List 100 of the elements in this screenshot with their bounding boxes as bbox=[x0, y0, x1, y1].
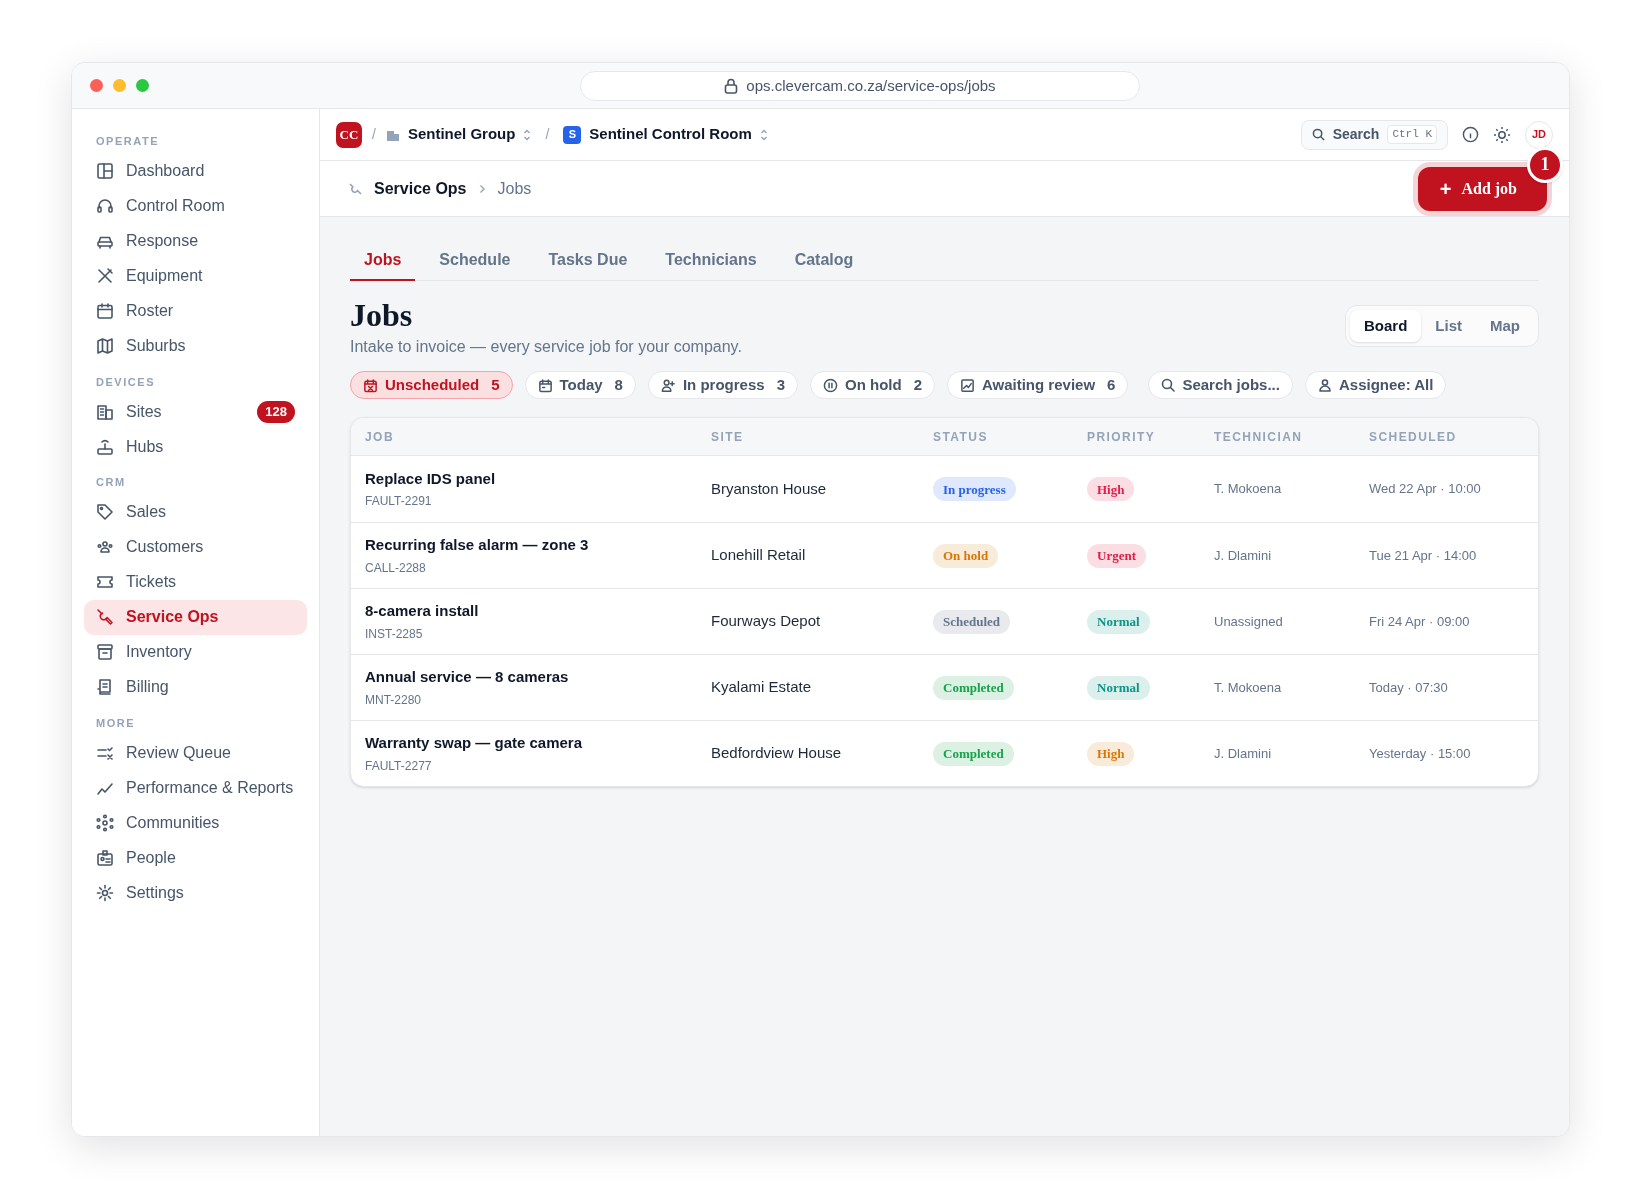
scheduled-time: Yesterday · 15:00 bbox=[1369, 744, 1472, 763]
network-icon bbox=[96, 813, 114, 832]
sidebar-item[interactable]: People bbox=[84, 840, 307, 875]
sidebar-item[interactable]: Response bbox=[84, 223, 307, 259]
tag-icon bbox=[96, 503, 114, 521]
sidebar-item[interactable]: Tickets bbox=[84, 564, 307, 600]
site-name: Kyalami Estate bbox=[711, 677, 813, 698]
sidebar-item[interactable]: Suburbs bbox=[84, 328, 307, 364]
tab[interactable]: Tasks Due bbox=[534, 241, 642, 281]
info-icon[interactable] bbox=[1462, 126, 1479, 143]
column-header: JOB bbox=[365, 428, 395, 446]
sidebar-item[interactable]: Communities bbox=[84, 805, 307, 840]
sidebar-item[interactable]: Inventory bbox=[84, 634, 307, 670]
job-title: Recurring false alarm — zone 3 bbox=[365, 535, 590, 556]
address-bar[interactable]: ops.clevercam.co.za/service-ops/jobs bbox=[580, 71, 1140, 101]
filter-chip[interactable]: Unscheduled 5 bbox=[350, 371, 513, 399]
job-reference: FAULT-2277 bbox=[365, 757, 433, 775]
chevron-up-down-icon bbox=[759, 128, 768, 141]
sidebar-item[interactable]: Performance & Reports bbox=[84, 770, 307, 805]
close-window-button[interactable] bbox=[90, 79, 103, 92]
tab[interactable]: Schedule bbox=[425, 241, 525, 281]
column-header: PRIORITY bbox=[1087, 428, 1157, 446]
maximize-window-button[interactable] bbox=[136, 79, 149, 92]
scheduled-time: Tue 21 Apr · 14:00 bbox=[1369, 546, 1478, 565]
breadcrumb-link[interactable]: Service Ops bbox=[374, 176, 467, 201]
site-name: Lonehill Retail bbox=[711, 545, 807, 566]
router-icon bbox=[96, 437, 114, 456]
priority-badge: High bbox=[1087, 477, 1135, 502]
sidebar-item[interactable]: Sales bbox=[84, 494, 307, 530]
job-title: 8-camera install bbox=[365, 601, 480, 622]
lock-icon bbox=[724, 78, 739, 94]
sidebar-item[interactable]: Sites 128 bbox=[84, 394, 307, 429]
person-icon bbox=[660, 377, 676, 393]
sun-icon[interactable] bbox=[1493, 125, 1511, 144]
filter-chip[interactable]: Today 8 bbox=[524, 371, 636, 399]
tab[interactable]: Technicians bbox=[651, 241, 771, 281]
search-icon bbox=[1311, 128, 1325, 141]
column-header: SCHEDULED bbox=[1369, 428, 1458, 446]
section-heading: MORE bbox=[95, 715, 137, 731]
job-reference: INST-2285 bbox=[365, 625, 424, 643]
page-title: Jobs bbox=[350, 297, 414, 333]
job-title: Annual service — 8 cameras bbox=[365, 667, 570, 688]
layout-icon bbox=[96, 162, 114, 180]
job-title: Warranty swap — gate camera bbox=[365, 733, 584, 754]
status-badge: Scheduled bbox=[933, 609, 1011, 634]
map-icon bbox=[96, 337, 114, 355]
user-avatar[interactable]: JD bbox=[1525, 120, 1553, 149]
receipt-icon bbox=[96, 678, 114, 696]
priority-badge: High bbox=[1087, 741, 1135, 766]
image-edit-icon bbox=[959, 377, 975, 393]
job-title: Replace IDS panel bbox=[365, 468, 497, 489]
calendar-x-icon bbox=[363, 377, 378, 393]
person-icon bbox=[1317, 378, 1332, 392]
sidebar-item[interactable]: Service Ops bbox=[84, 599, 307, 635]
tab[interactable]: Jobs bbox=[350, 241, 416, 281]
filter-chip[interactable]: On hold 2 bbox=[809, 371, 935, 399]
sidebar-item[interactable]: Settings bbox=[84, 875, 307, 910]
tab[interactable]: Catalog bbox=[780, 241, 868, 281]
page-subtitle: Intake to invoice — every service job for your company. bbox=[350, 337, 742, 357]
shortcut-key: Ctrl K bbox=[1387, 125, 1437, 144]
scheduled-time: Wed 22 Apr · 10:00 bbox=[1369, 480, 1482, 499]
view-toggle[interactable]: Map bbox=[1476, 310, 1534, 342]
search-button[interactable]: Search Ctrl K bbox=[1300, 119, 1448, 150]
chevron-up-down-icon bbox=[523, 128, 532, 141]
sidebar-item[interactable]: Customers bbox=[84, 529, 307, 565]
section-heading: OPERATE bbox=[95, 134, 161, 149]
sidebar-item[interactable]: Review Queue bbox=[84, 735, 307, 770]
sidebar-item[interactable]: Hubs bbox=[84, 429, 307, 464]
priority-badge: Normal bbox=[1087, 675, 1150, 700]
building-icon bbox=[96, 402, 114, 421]
sidebar-item[interactable]: Roster bbox=[84, 293, 307, 329]
view-toggle[interactable]: List bbox=[1421, 310, 1476, 342]
sidebar-item[interactable]: Control Room bbox=[84, 188, 307, 224]
minimize-window-button[interactable] bbox=[113, 79, 126, 92]
technician-name: J. Dlamini bbox=[1214, 744, 1273, 763]
section-heading: CRM bbox=[95, 475, 127, 490]
sidebar-item[interactable]: Billing bbox=[84, 669, 307, 705]
view-toggle[interactable]: Board bbox=[1350, 310, 1422, 342]
logo[interactable]: CC bbox=[336, 121, 362, 148]
job-reference: FAULT-2291 bbox=[365, 493, 433, 511]
org-switcher[interactable]: Sentinel Group bbox=[385, 123, 532, 146]
url-text: ops.clevercam.co.za/service-ops/jobs bbox=[746, 75, 996, 96]
people-icon bbox=[96, 538, 114, 556]
filter-chip[interactable]: Awaiting review 6 bbox=[946, 371, 1129, 399]
job-reference: MNT-2280 bbox=[365, 691, 423, 709]
status-badge: Completed bbox=[933, 741, 1014, 766]
search-jobs-button[interactable]: Search jobs... bbox=[1148, 371, 1293, 399]
section-heading: DEVICES bbox=[95, 374, 157, 390]
job-reference: CALL-2288 bbox=[365, 559, 427, 577]
filter-chip[interactable]: In progress 3 bbox=[647, 371, 798, 399]
workspace-switcher[interactable]: S Sentinel Control Room bbox=[563, 123, 768, 146]
sidebar-item[interactable]: Equipment bbox=[84, 258, 307, 294]
priority-badge: Normal bbox=[1087, 609, 1150, 634]
technician-name: Unassigned bbox=[1214, 612, 1284, 631]
sidebar-item[interactable]: Dashboard bbox=[84, 153, 307, 189]
assignee-filter[interactable]: Assignee: All bbox=[1304, 371, 1447, 399]
calendar-icon bbox=[96, 302, 114, 320]
archive-icon bbox=[96, 643, 114, 661]
site-name: Bedfordview House bbox=[711, 743, 843, 764]
scheduled-time: Today · 07:30 bbox=[1369, 678, 1449, 697]
